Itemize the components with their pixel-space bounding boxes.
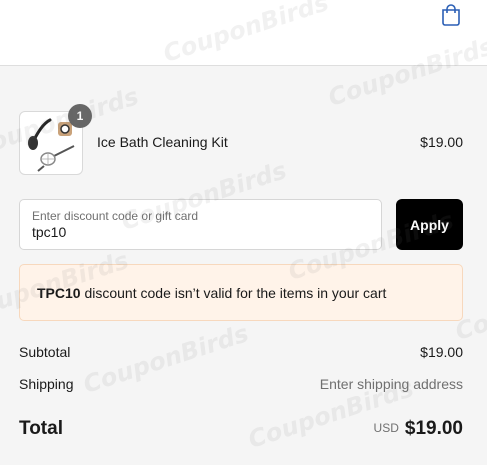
product-price: $19.00 bbox=[420, 134, 463, 150]
discount-code-field[interactable]: Enter discount code or gift card bbox=[19, 199, 382, 250]
discount-code-input[interactable] bbox=[32, 224, 362, 240]
shipping-value: Enter shipping address bbox=[319, 376, 463, 392]
discount-error-banner: TPC10 discount code isn’t valid for the … bbox=[19, 264, 463, 321]
total-row: Total USD $19.00 bbox=[19, 418, 463, 442]
error-message: TPC10 discount code isn’t valid for the … bbox=[37, 285, 386, 301]
error-code: TPC10 bbox=[37, 285, 81, 301]
shopping-bag-icon[interactable] bbox=[441, 4, 461, 26]
currency-code: USD bbox=[373, 421, 399, 435]
apply-button[interactable]: Apply bbox=[396, 199, 463, 250]
error-message-text: discount code isn’t valid for the items … bbox=[80, 285, 387, 301]
cart-line-item: 1 Ice Bath Cleaning Kit $19.00 bbox=[19, 104, 463, 175]
watermark-logo: CouponBirds bbox=[79, 319, 252, 399]
product-name: Ice Bath Cleaning Kit bbox=[97, 134, 228, 150]
subtotal-value: $19.00 bbox=[420, 344, 463, 360]
header-bar bbox=[0, 0, 487, 66]
quantity-badge: 1 bbox=[68, 104, 92, 128]
subtotal-label: Subtotal bbox=[19, 344, 71, 360]
shipping-label: Shipping bbox=[19, 376, 74, 392]
discount-field-label: Enter discount code or gift card bbox=[32, 209, 199, 223]
total-amount: USD $19.00 bbox=[374, 418, 463, 440]
total-label: Total bbox=[19, 418, 63, 439]
product-thumbnail[interactable]: 1 bbox=[19, 104, 92, 175]
total-value: $19.00 bbox=[404, 418, 463, 439]
